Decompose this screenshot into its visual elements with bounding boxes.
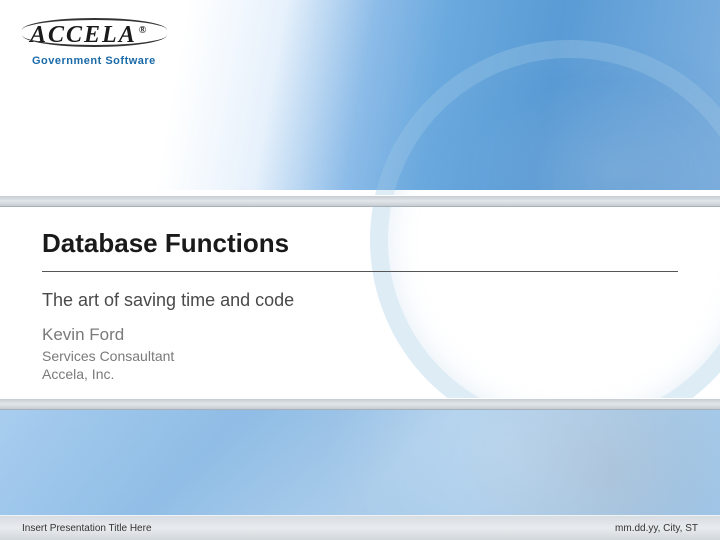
lower-banner [0, 410, 720, 515]
lower-banner-graphic [0, 410, 720, 515]
slide-title: Database Functions [42, 228, 678, 259]
divider-bar-lower [0, 398, 720, 410]
author-role: Services Consaultant [42, 347, 678, 365]
author-company: Accela, Inc. [42, 365, 678, 383]
footer-title-placeholder: Insert Presentation Title Here [22, 523, 152, 534]
footer-bar: Insert Presentation Title Here mm.dd.yy,… [0, 515, 720, 540]
logo: ACCELA® Government Software [30, 22, 156, 67]
title-divider [42, 271, 678, 272]
slide-subtitle: The art of saving time and code [42, 290, 678, 311]
content-area: Database Functions The art of saving tim… [42, 228, 678, 383]
footer-date-location-placeholder: mm.dd.yy, City, ST [615, 523, 698, 534]
author-name: Kevin Ford [42, 325, 678, 345]
logo-tagline: Government Software [32, 55, 156, 67]
divider-bar-upper [0, 195, 720, 207]
logo-brand: ACCELA® [30, 22, 148, 49]
